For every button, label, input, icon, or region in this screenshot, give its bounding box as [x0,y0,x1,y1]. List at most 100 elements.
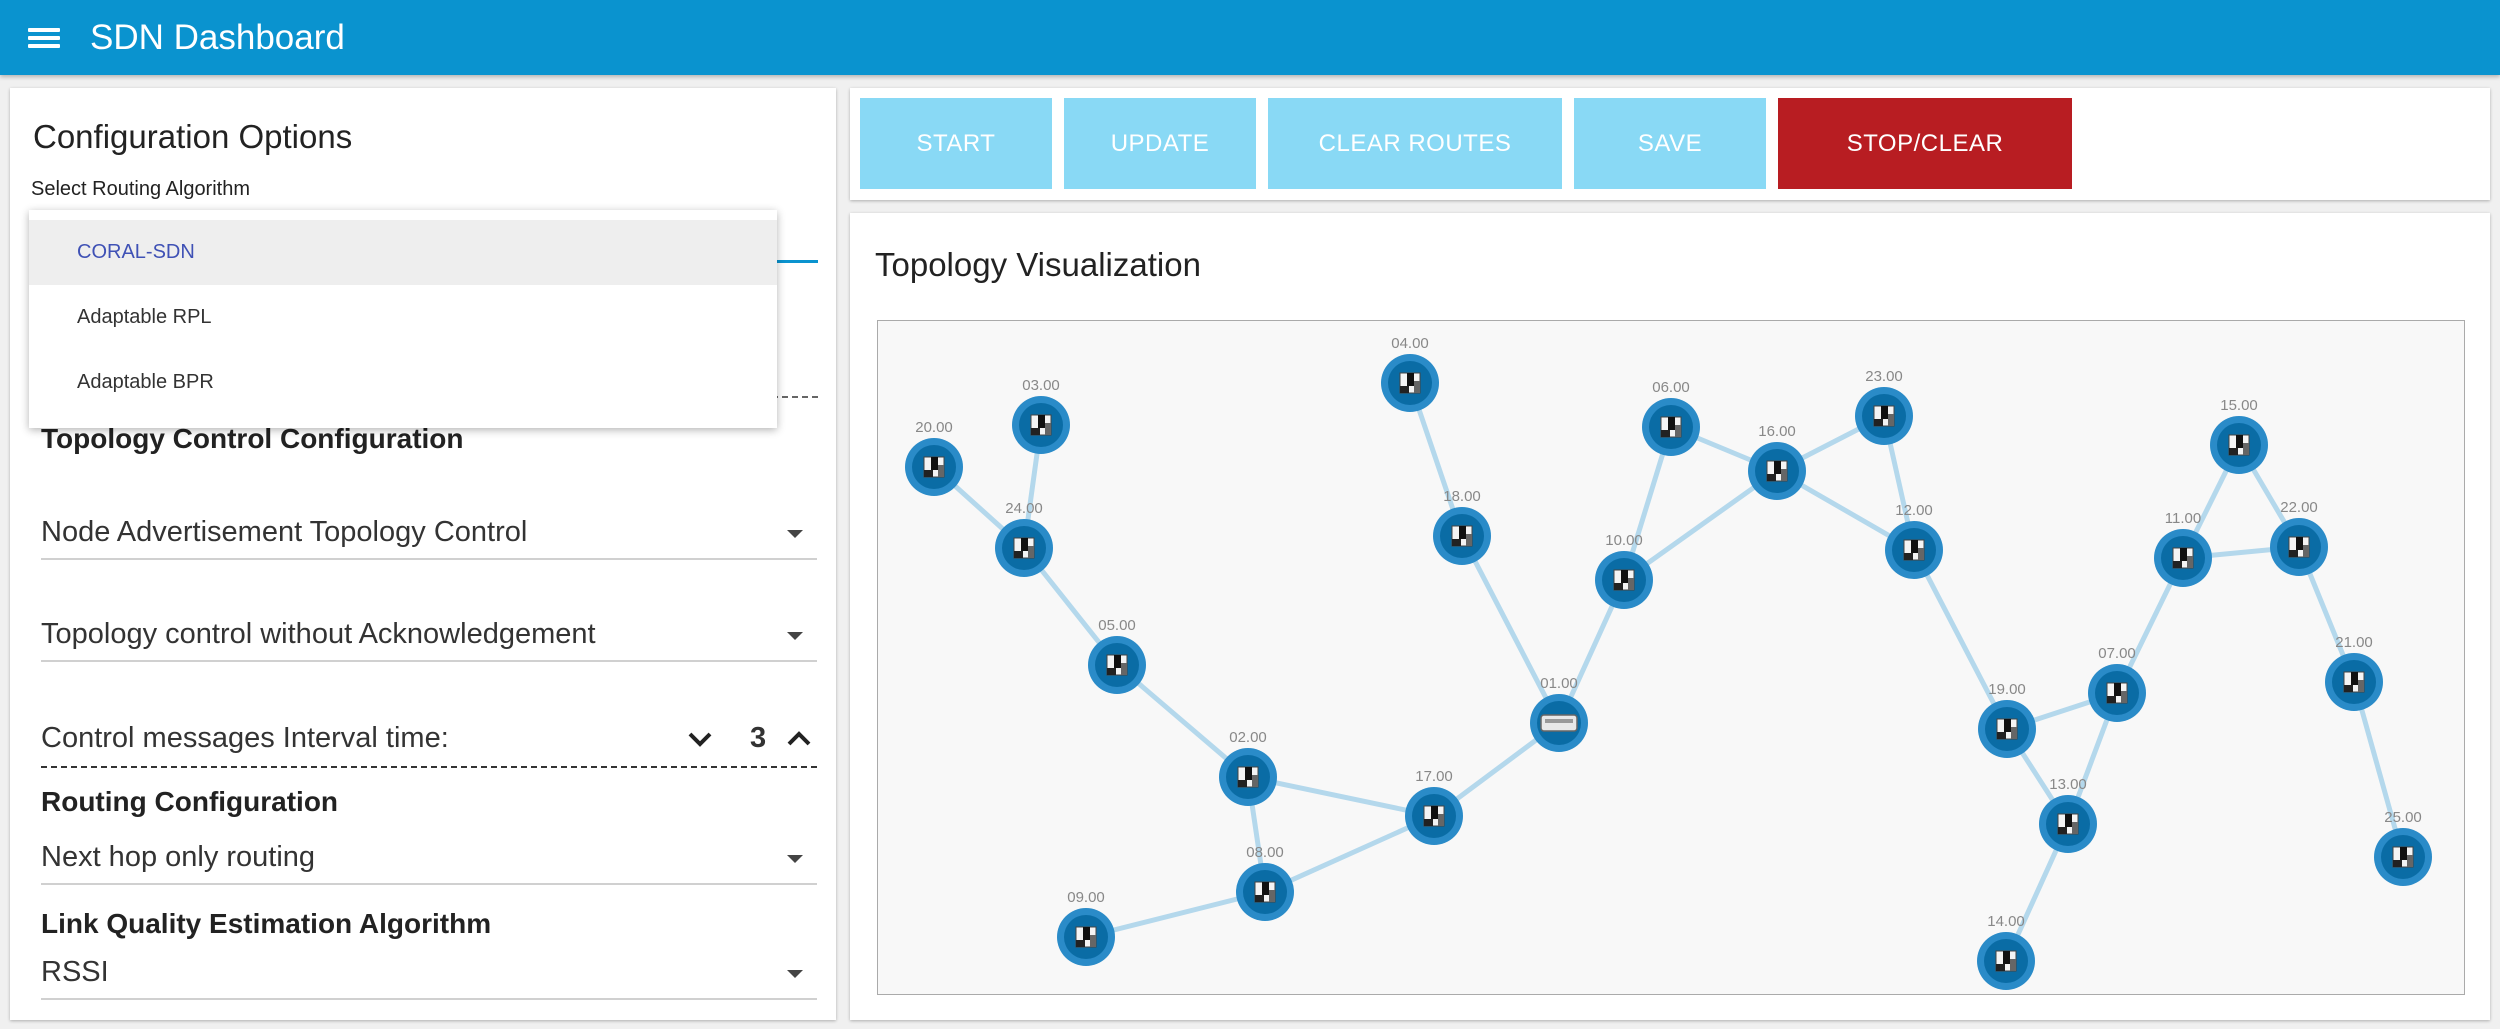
sensor-icon [1075,926,1097,948]
sensor-node[interactable]: 15.00 [2210,397,2268,474]
clear-routes-button[interactable]: CLEAR ROUTES [1268,98,1562,189]
sensor-icon [1873,405,1895,427]
sensor-icon [1423,805,1445,827]
node-label: 23.00 [1865,368,1903,385]
sensor-node[interactable]: 03.00 [1012,377,1070,454]
topology-control-value: Node Advertisement Topology Control [41,516,528,548]
sensor-icon [2228,434,2250,456]
sensor-node[interactable]: 25.00 [2374,809,2432,886]
sensor-icon [1254,881,1276,903]
sensor-node[interactable]: 24.00 [995,500,1053,577]
sensor-icon [2057,813,2079,835]
topology-title: Topology Visualization [875,246,1201,283]
sensor-icon [2172,547,2194,569]
sensor-icon [1451,525,1473,547]
routing-option-adaptable-bpr[interactable]: Adaptable BPR [29,350,777,415]
sensor-icon [1613,569,1635,591]
sensor-node[interactable]: 23.00 [1855,368,1913,445]
chevron-up-icon[interactable] [783,724,815,754]
menu-icon[interactable] [26,23,62,53]
node-label: 19.00 [1988,681,2026,698]
stop-clear-button[interactable]: STOP/CLEAR [1778,98,2072,189]
node-label: 10.00 [1605,532,1643,549]
acknowledgement-select[interactable]: Topology control without Acknowledgement [41,618,817,662]
sensor-icon [1399,372,1421,394]
sensor-icon [1903,539,1925,561]
sensor-icon [923,456,945,478]
node-label: 07.00 [2098,645,2136,662]
topology-canvas[interactable]: 01.00 02.00 03.00 04.00 05.00 06.00 07.00 08.00… [877,320,2465,995]
sensor-icon [1106,654,1128,676]
routing-configuration-heading: Routing Configuration [41,786,339,817]
sensor-node[interactable]: 12.00 [1885,502,1943,579]
routing-option-adaptable-rpl[interactable]: Adaptable RPL [29,285,777,350]
node-label: 09.00 [1067,889,1105,906]
configuration-panel: Configuration Options Select Routing Alg… [10,88,836,1020]
node-label: 24.00 [1005,500,1043,517]
node-label: 13.00 [2049,776,2087,793]
interval-stepper: Control messages Interval time: 3 [41,720,817,768]
link-quality-heading: Link Quality Estimation Algorithm [41,908,492,939]
sensor-node[interactable]: 17.00 [1405,768,1463,845]
sensor-icon [1013,537,1035,559]
sensor-icon [1237,766,1259,788]
link-quality-select[interactable]: RSSI [41,956,817,1000]
topology-control-select[interactable]: Node Advertisement Topology Control [41,516,817,560]
sensor-node[interactable]: 10.00 [1595,532,1653,609]
dropdown-caret-icon [787,970,803,978]
sensor-node[interactable]: 05.00 [1088,617,1146,694]
node-label: 03.00 [1022,377,1060,394]
node-label: 21.00 [2335,634,2373,651]
sensor-icon [1996,718,2018,740]
node-label: 06.00 [1652,379,1690,396]
node-label: 12.00 [1895,502,1933,519]
update-button[interactable]: UPDATE [1064,98,1256,189]
save-button[interactable]: SAVE [1574,98,1766,189]
node-label: 11.00 [2165,510,2201,527]
topology-link [1459,534,1562,725]
sensor-node[interactable]: 21.00 [2325,634,2383,711]
sensor-node[interactable]: 18.00 [1433,488,1491,565]
routing-algorithm-dropdown: CORAL-SDN Adaptable RPL Adaptable BPR [29,210,777,428]
sensor-icon [2343,671,2365,693]
sensor-icon [2288,536,2310,558]
sensor-icon [1766,460,1788,482]
sensor-icon [1995,950,2017,972]
routing-mode-value: Next hop only routing [41,841,316,873]
interval-label: Control messages Interval time: [41,722,449,754]
sensor-node[interactable]: 20.00 [905,419,963,496]
configuration-title: Configuration Options [33,118,353,155]
topology-panel: Topology Visualization 01.00 02.00 03.00 04… [850,213,2490,1020]
sensor-node[interactable]: 08.00 [1236,844,1294,921]
app-bar: SDN Dashboard [0,0,2500,75]
acknowledgement-value: Topology control without Acknowledgement [41,618,596,650]
node-label: 05.00 [1098,617,1136,634]
topology-link [1911,548,2010,731]
node-label: 17.00 [1415,768,1453,785]
routing-mode-select[interactable]: Next hop only routing [41,841,817,885]
sensor-node[interactable]: 16.00 [1748,423,1806,500]
sensor-node[interactable]: 13.00 [2039,776,2097,853]
routing-algorithm-label: Select Routing Algorithm [31,178,251,200]
start-button[interactable]: START [860,98,1052,189]
sensor-node[interactable]: 06.00 [1642,379,1700,456]
topology-graph: 01.00 02.00 03.00 04.00 05.00 06.00 07.00 08.00… [905,335,2432,990]
sensor-node[interactable]: 09.00 [1057,889,1115,966]
sensor-node[interactable]: 02.00 [1219,729,1277,806]
node-label: 18.00 [1443,488,1481,505]
node-label: 22.00 [2280,499,2318,516]
node-label: 14.00 [1987,913,2025,930]
node-label: 01.00 [1540,675,1578,692]
sensor-icon [2392,846,2414,868]
app-title: SDN Dashboard [90,17,345,57]
interval-value: 3 [750,722,767,754]
sensor-node[interactable]: 14.00 [1977,913,2035,990]
link-quality-value: RSSI [41,956,109,988]
chevron-down-icon[interactable] [684,724,716,754]
sensor-node[interactable]: 04.00 [1381,335,1439,412]
dropdown-caret-icon [787,530,803,538]
sensor-icon [2106,682,2128,704]
routing-option-coral-sdn[interactable]: CORAL-SDN [29,220,777,285]
action-toolbar: START UPDATE CLEAR ROUTES SAVE STOP/CLEA… [850,88,2490,200]
node-label: 04.00 [1391,335,1429,352]
